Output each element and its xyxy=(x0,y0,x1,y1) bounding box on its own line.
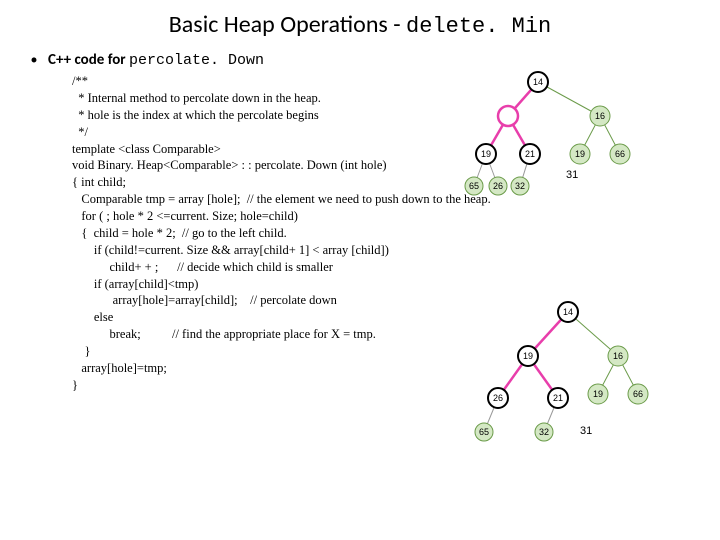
t1-l32: 32 xyxy=(515,181,525,191)
t2-n21: 21 xyxy=(553,393,563,403)
t2-r19: 19 xyxy=(593,389,603,399)
subhead: C++ code for percolate. Down xyxy=(48,51,264,69)
t1-n19: 19 xyxy=(481,149,491,159)
t1-root: 14 xyxy=(533,77,543,87)
tree-diagram-2: 14 19 16 19 66 26 21 31 65 32 xyxy=(470,298,690,471)
title-mono: delete. Min xyxy=(406,14,551,39)
t2-floating: 31 xyxy=(580,425,592,437)
t2-root: 14 xyxy=(563,307,573,317)
subhead-text: C++ code for xyxy=(48,51,129,69)
t1-l26: 26 xyxy=(493,181,503,191)
t2-l32: 32 xyxy=(539,427,549,437)
t1-r19: 19 xyxy=(575,149,585,159)
t2-n19: 19 xyxy=(523,351,533,361)
bullet-row: • C++ code for percolate. Down xyxy=(20,51,700,69)
title-text: Basic Heap Operations - xyxy=(169,10,406,39)
t2-n26: 26 xyxy=(493,393,503,403)
subhead-mono: percolate. Down xyxy=(129,52,264,69)
tree-diagram-1: 14 19 21 31 16 19 66 65 26 32 xyxy=(470,68,690,211)
t2-l65: 65 xyxy=(479,427,489,437)
t2-r66: 66 xyxy=(633,389,643,399)
t1-n21: 21 xyxy=(525,149,535,159)
t1-l65: 65 xyxy=(469,181,479,191)
t1-r66: 66 xyxy=(615,149,625,159)
t1-floating: 31 xyxy=(566,169,578,181)
t2-r16: 16 xyxy=(613,351,623,361)
t1-r16: 16 xyxy=(595,111,605,121)
page-title: Basic Heap Operations - delete. Min xyxy=(20,10,700,39)
bullet-dot: • xyxy=(20,51,48,68)
